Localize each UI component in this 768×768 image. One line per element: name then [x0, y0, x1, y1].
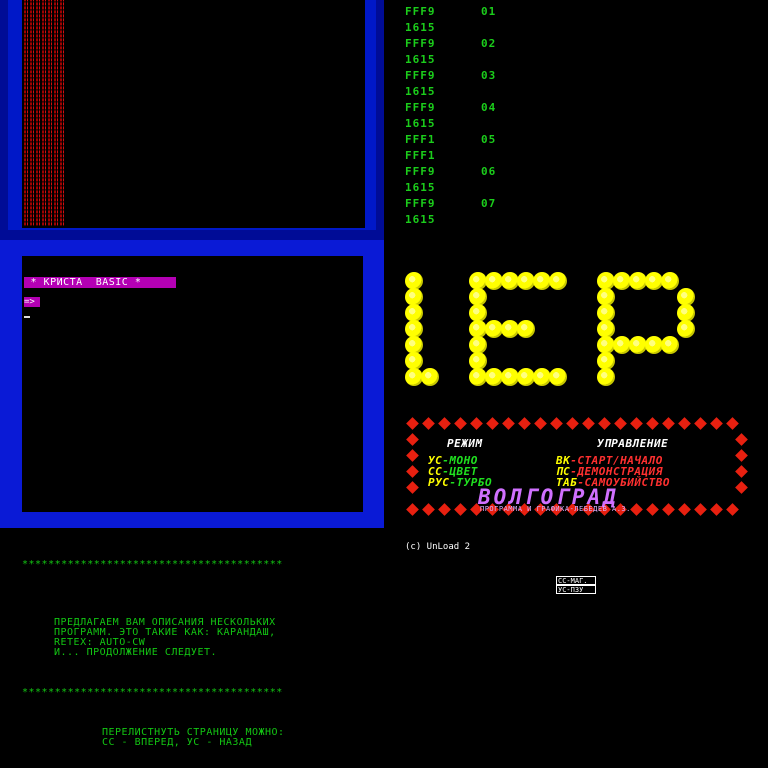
logo-ball	[661, 272, 679, 290]
hex-row: FFF9 01	[405, 4, 605, 20]
hex-dump: FFF9 01 1615 FFF9 02 1615 FFF9 03 1615 FFF9 04 1615…	[405, 4, 605, 228]
hex-row: FFF9 02	[405, 36, 605, 52]
hex-address: FFF1	[405, 133, 436, 146]
hex-address: FFF9	[405, 37, 436, 50]
hex-row: 1615	[405, 116, 605, 132]
hex-address: FFF9	[405, 165, 436, 178]
krista-screen	[22, 256, 363, 512]
logo-ball	[661, 336, 679, 354]
control-header: УПРАВЛЕНИЕ	[597, 437, 669, 450]
hex-address: 1615	[405, 53, 436, 66]
hex-address: FFF9	[405, 101, 436, 114]
hex-value: 03	[481, 69, 497, 82]
hex-row: FFF9 07	[405, 196, 605, 212]
krista-prompt[interactable]: =>	[24, 297, 40, 307]
hex-value: 06	[481, 165, 497, 178]
logo-ball	[597, 368, 615, 386]
top-left-screen	[22, 0, 365, 228]
game-logo	[405, 272, 705, 402]
noise-strip	[24, 0, 65, 226]
hex-row: FFF9 06	[405, 164, 605, 180]
krista-title: * КРИСТА BASIC *	[24, 277, 176, 288]
credit-line: ПРОГРАММА И ГРАФИКА-ЛЕБЕДЕВ А.З.	[480, 505, 631, 513]
hex-address: 1615	[405, 21, 436, 34]
info-paragraph: ПРЕДЛАГАЕМ ВАМ ОПИСАНИЯ НЕСКОЛЬКИХ ПРОГР…	[54, 617, 276, 658]
mode-header: РЕЖИМ	[447, 437, 483, 450]
hex-address: 1615	[405, 117, 436, 130]
hex-row: 1615	[405, 212, 605, 228]
logo-ball	[421, 368, 439, 386]
hex-value: 02	[481, 37, 497, 50]
hex-row: 1615	[405, 180, 605, 196]
stars-divider-top: ****************************************	[22, 559, 283, 570]
hex-row: 1615	[405, 52, 605, 68]
logo-ball	[549, 368, 567, 386]
hex-row: FFF9 03	[405, 68, 605, 84]
hex-address: FFF9	[405, 197, 436, 210]
hex-row: FFF9 04	[405, 100, 605, 116]
hex-address: 1615	[405, 213, 436, 226]
key-hint-rom: УС-ПЗУ	[556, 585, 596, 594]
page-nav-hint: ПЕРЕЛИСТНУТЬ СТРАНИЦУ МОЖНО: СС - ВПЕРЕД…	[102, 727, 285, 748]
unload-copyright: (c) UnLoad 2	[405, 542, 471, 552]
logo-ball	[549, 272, 567, 290]
hex-value: 07	[481, 197, 497, 210]
stars-divider-bottom: ****************************************	[22, 687, 283, 698]
mode-key: РУС	[428, 476, 450, 489]
hex-address: FFF1	[405, 149, 436, 162]
hex-value: 04	[481, 101, 497, 114]
hex-address: FFF9	[405, 69, 436, 82]
krista-cursor	[24, 316, 30, 318]
hex-address: FFF9	[405, 5, 436, 18]
logo-ball	[677, 320, 695, 338]
hex-address: 1615	[405, 85, 436, 98]
hex-row: 1615	[405, 20, 605, 36]
hex-row: FFF1	[405, 148, 605, 164]
hex-row: 1615	[405, 84, 605, 100]
logo-ball	[517, 320, 535, 338]
hex-row: FFF1 05	[405, 132, 605, 148]
hex-address: 1615	[405, 181, 436, 194]
hex-value: 01	[481, 5, 497, 18]
hex-value: 05	[481, 133, 497, 146]
key-hint-mag: СС-МАГ.	[556, 576, 596, 585]
